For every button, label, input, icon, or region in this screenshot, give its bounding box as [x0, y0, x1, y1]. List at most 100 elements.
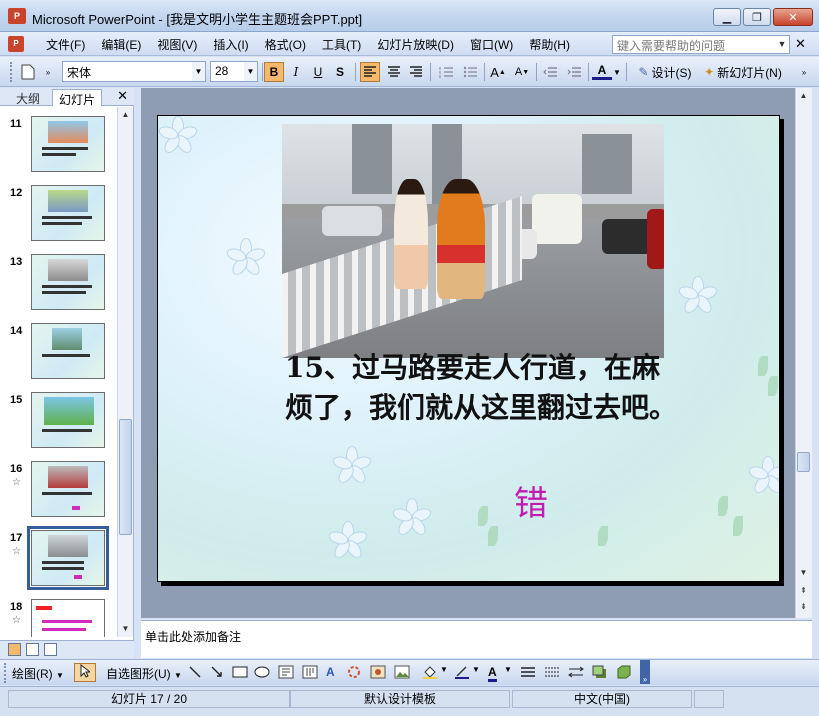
slide-thumbnail-11[interactable]: 11 — [0, 112, 116, 174]
align-left-icon[interactable] — [360, 62, 380, 82]
slide-preview[interactable] — [31, 599, 105, 637]
slide-thumbnail-12[interactable]: 12 — [0, 181, 116, 243]
autoshapes-menu-button[interactable]: 自选图形(U) ▼ — [106, 665, 182, 682]
bold-button[interactable]: B — [264, 62, 284, 82]
document-close-button[interactable]: ✕ — [795, 36, 806, 52]
current-slide[interactable]: 15、过马路要走人行道，在麻烦了，我们就从这里翻过去吧。 错 — [157, 115, 780, 582]
numbering-icon[interactable] — [436, 62, 456, 82]
font-color-icon[interactable]: A — [488, 665, 497, 682]
rectangle-tool-icon[interactable] — [232, 665, 248, 682]
powerpoint-app-icon[interactable]: P — [8, 8, 26, 24]
insert-picture-icon[interactable] — [394, 665, 410, 682]
select-objects-icon[interactable] — [74, 663, 96, 682]
toolbar-grip[interactable] — [10, 62, 13, 82]
line-tool-icon[interactable] — [188, 665, 202, 682]
menu-view[interactable]: 视图(V) — [155, 36, 203, 53]
scrollbar-thumb[interactable] — [797, 452, 810, 472]
chevron-down-icon[interactable]: ▼ — [192, 62, 205, 81]
tab-slides[interactable]: 幻灯片 — [52, 89, 103, 107]
scroll-down-icon[interactable]: ▼ — [118, 621, 133, 636]
previous-slide-icon[interactable]: ⇞ — [796, 583, 811, 598]
chevron-down-icon[interactable]: ▼ — [472, 665, 480, 674]
vertical-text-box-icon[interactable] — [302, 665, 318, 682]
menu-edit[interactable]: 编辑(E) — [99, 36, 147, 53]
font-size-select[interactable]: 28 ▼ — [210, 61, 258, 82]
scroll-up-icon[interactable]: ▲ — [118, 107, 133, 122]
toolbar-options-icon[interactable]: » — [640, 660, 650, 684]
next-slide-icon[interactable]: ⇟ — [796, 599, 811, 614]
menu-help[interactable]: 帮助(H) — [527, 36, 576, 53]
pane-close-button[interactable]: ✕ — [117, 88, 128, 104]
menu-format[interactable]: 格式(O) — [263, 36, 312, 53]
slide-sorter-view-icon[interactable] — [26, 643, 39, 656]
clip-art-icon[interactable] — [370, 665, 386, 682]
slide-preview[interactable] — [31, 323, 105, 379]
slide-preview-selected[interactable] — [27, 526, 109, 590]
slide-question-text[interactable]: 15、过马路要走人行道，在麻烦了，我们就从这里翻过去吧。 — [285, 348, 685, 428]
menu-insert[interactable]: 插入(I) — [211, 36, 254, 53]
document-icon[interactable]: P — [8, 36, 24, 52]
slide-scrollbar[interactable]: ▲ ▼ ⇞ ⇟ — [795, 88, 812, 618]
slide-thumbnail-16[interactable]: 16 ☆ — [0, 457, 116, 519]
wordart-icon[interactable]: A — [326, 665, 335, 679]
street-photo[interactable] — [282, 124, 664, 358]
design-button[interactable]: ✎ 设计(S) — [632, 62, 698, 82]
slide-preview[interactable] — [31, 461, 105, 517]
line-color-icon[interactable] — [454, 665, 470, 682]
slide-thumbnail-15[interactable]: 15 — [0, 388, 116, 450]
slide-preview[interactable] — [31, 254, 105, 310]
decrease-font-icon[interactable]: A ▼ — [512, 62, 532, 82]
new-slide-button[interactable]: ✦ 新幻灯片(N) — [700, 62, 786, 82]
oval-tool-icon[interactable] — [254, 665, 270, 682]
scrollbar-thumb[interactable] — [119, 419, 132, 535]
menu-slideshow[interactable]: 幻灯片放映(D) — [375, 36, 460, 53]
diagram-icon[interactable] — [346, 665, 362, 682]
chevron-down-icon[interactable]: ▼ — [775, 36, 789, 53]
tab-outline[interactable]: 大纲 — [10, 89, 46, 106]
chevron-down-icon[interactable]: ▼ — [612, 62, 622, 82]
shadow-style-icon[interactable] — [592, 665, 608, 682]
arrow-tool-icon[interactable] — [210, 665, 224, 682]
menu-file[interactable]: 文件(F) — [44, 36, 91, 53]
slide-thumbnail-13[interactable]: 13 — [0, 250, 116, 312]
new-document-icon[interactable] — [18, 62, 38, 82]
chevron-down-icon[interactable]: ▼ — [504, 665, 512, 674]
menu-window[interactable]: 窗口(W) — [468, 36, 519, 53]
slide-thumbnail-14[interactable]: 14 — [0, 319, 116, 381]
slide-preview[interactable] — [31, 392, 105, 448]
shadow-button[interactable]: S — [330, 62, 350, 82]
help-search-input[interactable]: 键入需要帮助的问题 ▼ — [612, 35, 790, 54]
draw-menu-button[interactable]: 绘图(R) ▼ — [12, 665, 64, 682]
toolbar-grip[interactable] — [4, 663, 7, 683]
menu-tools[interactable]: 工具(T) — [320, 36, 367, 53]
slide-preview[interactable] — [31, 116, 105, 172]
slides-pane-scrollbar[interactable]: ▲ ▼ — [117, 107, 133, 637]
text-box-icon[interactable] — [278, 665, 294, 682]
slide-answer-text[interactable]: 错 — [514, 476, 548, 525]
notes-pane[interactable]: 单击此处添加备注 — [141, 620, 812, 658]
fill-color-icon[interactable] — [422, 665, 438, 682]
close-button[interactable]: ✕ — [773, 8, 813, 26]
increase-indent-icon[interactable] — [564, 62, 584, 82]
slide-thumbnail-17[interactable]: 17 ☆ — [0, 526, 116, 590]
normal-view-icon[interactable] — [8, 643, 21, 656]
decrease-indent-icon[interactable] — [540, 62, 560, 82]
minimize-button[interactable]: ▁ — [713, 8, 741, 26]
line-style-icon[interactable] — [520, 665, 536, 682]
scroll-up-icon[interactable]: ▲ — [796, 88, 811, 103]
3d-style-icon[interactable] — [616, 665, 632, 682]
chevron-down-icon[interactable]: ▼ — [440, 665, 448, 674]
font-name-select[interactable]: 宋体 ▼ — [62, 61, 206, 82]
toolbar-options-icon[interactable]: » — [42, 62, 54, 82]
underline-button[interactable]: U — [308, 62, 328, 82]
toolbar-options-icon[interactable]: » — [798, 62, 810, 82]
slide-thumbnail-18[interactable]: 18 ☆ — [0, 595, 116, 637]
scroll-down-icon[interactable]: ▼ — [796, 565, 811, 580]
bullets-icon[interactable] — [460, 62, 480, 82]
slideshow-view-icon[interactable] — [44, 643, 57, 656]
arrow-style-icon[interactable] — [568, 665, 584, 682]
restore-button[interactable]: ❐ — [743, 8, 771, 26]
dash-style-icon[interactable] — [544, 665, 560, 682]
increase-font-icon[interactable]: A ▲ — [488, 62, 508, 82]
chevron-down-icon[interactable]: ▼ — [244, 62, 257, 81]
